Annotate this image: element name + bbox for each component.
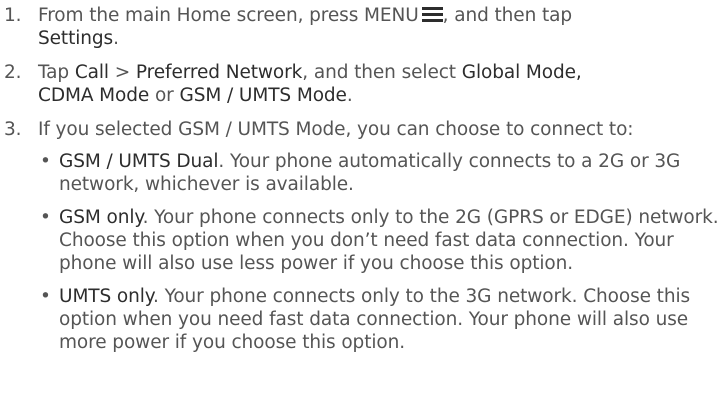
option-description: . Your phone connects only to the 3G net… xyxy=(59,286,691,353)
list-item: • GSM / UMTS Dual. Your phone automatica… xyxy=(38,150,728,196)
cdma-mode-label: CDMA Mode xyxy=(38,85,150,106)
separator: > xyxy=(114,62,131,83)
settings-label: Settings xyxy=(38,28,114,49)
list-item: • UMTS only. Your phone connects only to… xyxy=(38,285,728,354)
list-item: • GSM only. Your phone connects only to … xyxy=(38,206,728,275)
step-text: If you selected GSM / UMTS Mode, you can… xyxy=(38,119,634,140)
step-number: 2. xyxy=(4,62,22,83)
option-title: GSM / UMTS Dual xyxy=(59,151,219,172)
preferred-network-label: Preferred Network xyxy=(135,62,303,83)
step-3: 3. If you selected GSM / UMTS Mode, you … xyxy=(0,118,728,354)
step-2: 2. Tap Call > Preferred Network, and the… xyxy=(0,61,728,107)
step-text: , and then tap xyxy=(442,5,573,26)
call-label: Call xyxy=(74,62,109,83)
bullet-glyph: • xyxy=(40,207,51,228)
option-title: GSM only xyxy=(59,207,143,228)
step-1: 1. From the main Home screen, press MENU… xyxy=(0,4,728,50)
step-text: . xyxy=(346,85,353,106)
global-mode-label: Global Mode, xyxy=(461,62,582,83)
menu-icon xyxy=(421,6,443,23)
step-text: or xyxy=(154,85,174,106)
option-title: UMTS only xyxy=(59,286,154,307)
option-description: . Your phone connects only to the 2G (GP… xyxy=(59,207,719,274)
step-text: . xyxy=(113,28,119,49)
bullet-glyph: • xyxy=(40,151,51,172)
step-number: 1. xyxy=(4,5,22,26)
step-text: Tap xyxy=(38,62,70,83)
step-number: 3. xyxy=(4,119,22,140)
option-list: • GSM / UMTS Dual. Your phone automatica… xyxy=(38,150,728,354)
gsm-umts-mode-label: GSM / UMTS Mode xyxy=(179,85,347,106)
step-text: , and then select xyxy=(302,62,456,83)
instructions: 1. From the main Home screen, press MENU… xyxy=(0,0,728,369)
step-text: From the main Home screen, press MENU xyxy=(38,5,419,26)
bullet-glyph: • xyxy=(40,286,51,307)
